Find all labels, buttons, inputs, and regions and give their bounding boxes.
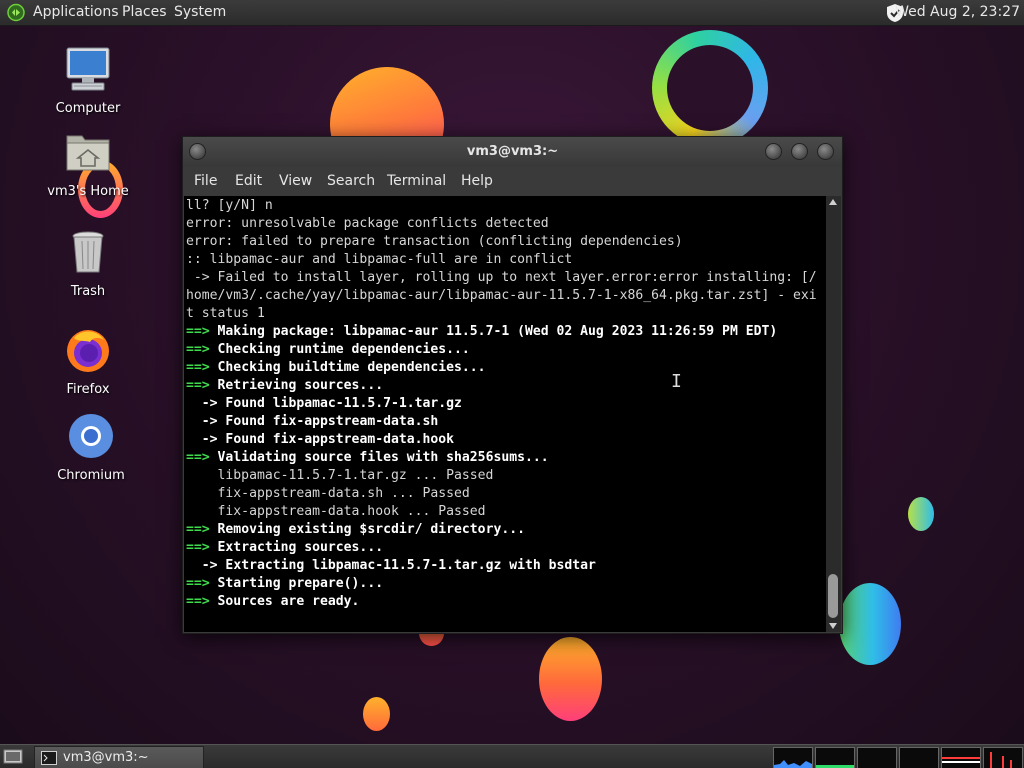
menu-help[interactable]: Help	[461, 173, 493, 189]
terminal-line: -> Found libpamac-11.5.7-1.tar.gz	[186, 396, 462, 411]
network-monitor[interactable]	[857, 747, 897, 768]
close-button[interactable]	[817, 143, 834, 160]
menu-search[interactable]: Search	[327, 173, 375, 189]
desktop-icon-label: Firefox	[66, 382, 110, 397]
terminal-line: t status 1	[186, 306, 265, 321]
terminal-line: ==> Making package: libpamac-aur 11.5.7-…	[186, 324, 778, 339]
taskbar-item-label: vm3@vm3:~	[63, 750, 149, 765]
terminal-line: -> Failed to install layer, rolling up t…	[186, 270, 817, 285]
ibeam-cursor-icon: I	[671, 371, 682, 392]
terminal-output[interactable]: ll? [y/N] n error: unresolvable package c…	[184, 196, 826, 632]
show-desktop-icon[interactable]	[2, 747, 24, 767]
scroll-down-icon[interactable]	[829, 623, 837, 629]
computer-icon	[66, 47, 110, 91]
terminal-line: ==> Checking runtime dependencies...	[186, 342, 470, 357]
clock[interactable]: Wed Aug 2, 23:27	[895, 4, 1020, 21]
memory-monitor[interactable]	[815, 747, 855, 768]
terminal-text: ll? [y/N] n error: unresolvable package c…	[184, 196, 826, 611]
home-folder-icon	[66, 135, 110, 171]
disk-graph-icon	[990, 752, 1012, 768]
terminal-menubar: File Edit View Search Terminal Help	[183, 167, 842, 195]
desktop-icon-computer[interactable]: Computer	[38, 45, 138, 116]
desktop-icon-label: Trash	[70, 284, 106, 299]
cpu-monitor[interactable]	[773, 747, 813, 768]
load-graph-icon	[942, 757, 980, 763]
firefox-icon	[67, 330, 109, 372]
desktop-icon-home[interactable]: vm3's Home	[38, 128, 138, 199]
minimize-button[interactable]	[765, 143, 782, 160]
wallpaper-orange-small	[363, 697, 390, 731]
desktop-icon-trash[interactable]: Trash	[38, 228, 138, 299]
terminal-line: home/vm3/.cache/yay/libpamac-aur/libpama…	[186, 288, 817, 303]
menu-view[interactable]: View	[279, 173, 312, 189]
desktop-icon-firefox[interactable]: Firefox	[38, 326, 138, 397]
terminal-line: ll? [y/N] n	[186, 198, 273, 213]
terminal-line: ==> Validating source files with sha256s…	[186, 450, 549, 465]
desktop-icon-label: Computer	[55, 101, 121, 116]
chromium-icon	[69, 414, 113, 458]
terminal-icon	[41, 751, 57, 765]
terminal-line: -> Found fix-appstream-data.sh	[186, 414, 439, 429]
window-title: vm3@vm3:~	[466, 144, 559, 159]
applications-menu-icon[interactable]	[6, 3, 26, 22]
scrollbar-thumb[interactable]	[828, 574, 838, 618]
terminal-line: fix-appstream-data.sh ... Passed	[186, 486, 470, 501]
wallpaper-ring-shape	[652, 30, 768, 146]
taskbar-item-terminal[interactable]: vm3@vm3:~	[34, 746, 204, 768]
desktop-icon-chromium[interactable]: Chromium	[41, 412, 141, 483]
menu-edit[interactable]: Edit	[235, 173, 262, 189]
terminal-scrollbar[interactable]	[826, 196, 841, 632]
terminal-window[interactable]: vm3@vm3:~ File Edit View Search Terminal…	[182, 136, 843, 634]
desktop-icon-label: Chromium	[57, 468, 125, 483]
terminal-line: :: libpamac-aur and libpamac-full are in…	[186, 252, 573, 267]
terminal-line: ==> Sources are ready.	[186, 594, 360, 609]
terminal-line: ==> Retrieving sources...	[186, 378, 384, 393]
window-titlebar[interactable]: vm3@vm3:~	[183, 137, 842, 167]
disk-monitor[interactable]	[983, 747, 1023, 768]
load-monitor[interactable]	[941, 747, 981, 768]
cpu-graph-icon	[774, 760, 812, 768]
places-menu[interactable]: Places	[122, 4, 167, 21]
terminal-line: libpamac-11.5.7-1.tar.gz ... Passed	[186, 468, 494, 483]
window-menu-icon[interactable]	[189, 143, 206, 160]
scroll-up-icon[interactable]	[829, 199, 837, 205]
terminal-line: -> Found fix-appstream-data.hook	[186, 432, 455, 447]
top-panel: Applications Places System Wed Aug 2, 23…	[0, 0, 1024, 26]
applications-menu[interactable]: Applications	[33, 4, 119, 21]
terminal-line: error: unresolvable package conflicts de…	[186, 216, 549, 231]
menu-terminal[interactable]: Terminal	[387, 173, 446, 189]
wallpaper-orange-ellipse	[539, 637, 602, 721]
terminal-line: fix-appstream-data.hook ... Passed	[186, 504, 486, 519]
maximize-button[interactable]	[791, 143, 808, 160]
terminal-line: -> Extracting libpamac-11.5.7-1.tar.gz w…	[186, 558, 596, 573]
terminal-line: ==> Checking buildtime dependencies...	[186, 360, 486, 375]
trash-icon	[72, 231, 104, 273]
terminal-line: error: failed to prepare transaction (co…	[186, 234, 683, 249]
swap-monitor[interactable]	[899, 747, 939, 768]
wallpaper-small-ellipse	[908, 497, 934, 531]
wallpaper-blue-ellipse	[839, 583, 901, 665]
terminal-line: ==> Extracting sources...	[186, 540, 384, 555]
memory-graph-icon	[816, 765, 854, 768]
bottom-panel: vm3@vm3:~	[0, 744, 1024, 768]
system-menu[interactable]: System	[174, 4, 226, 21]
menu-file[interactable]: File	[194, 173, 217, 189]
terminal-line: ==> Removing existing $srcdir/ directory…	[186, 522, 525, 537]
terminal-line: ==> Starting prepare()...	[186, 576, 384, 591]
desktop-icon-label: vm3's Home	[47, 184, 129, 199]
